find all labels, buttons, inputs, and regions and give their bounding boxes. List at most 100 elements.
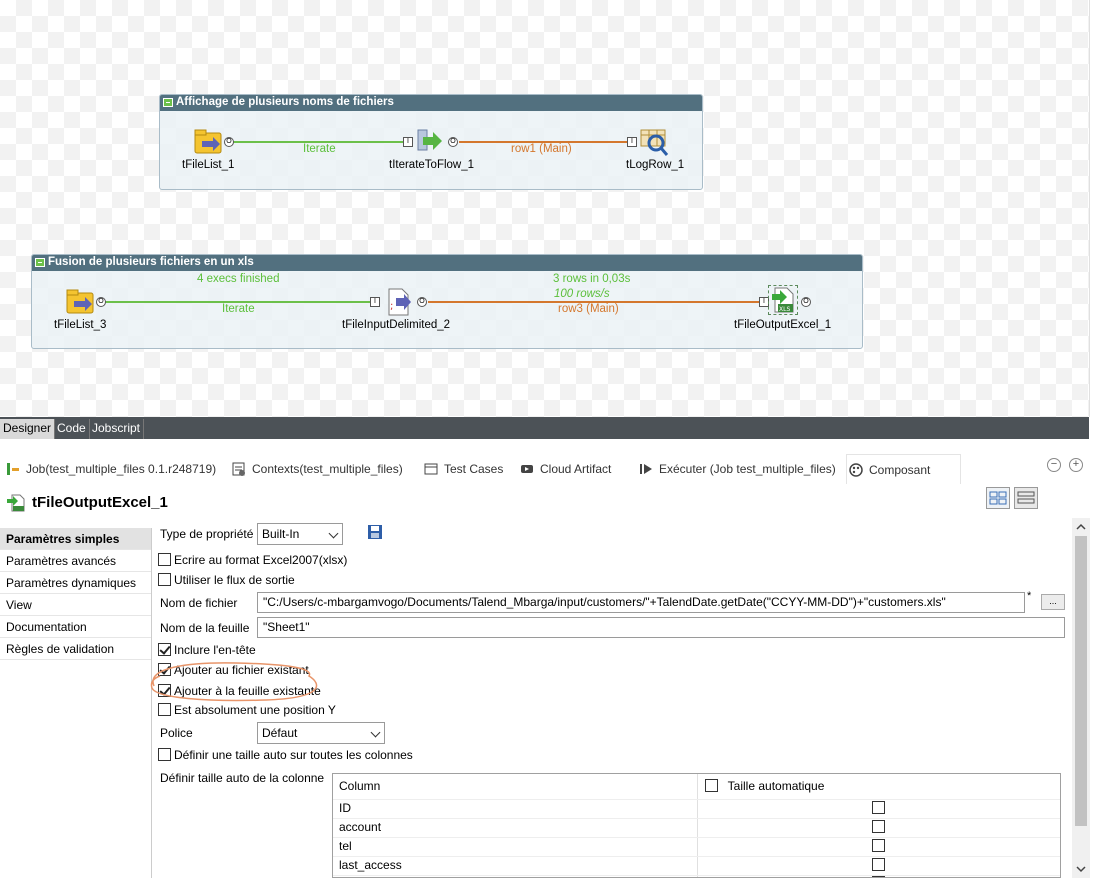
font-select[interactable]: Défaut [257,722,385,744]
file-name-input[interactable]: "C:/Users/c-mbargamvogo/Documents/Talend… [257,592,1025,613]
connections-layer [105,141,759,303]
scroll-up-icon[interactable] [1072,520,1090,534]
input-port[interactable]: I [403,137,413,147]
scrollbar-thumb[interactable] [1075,536,1087,826]
table-row-checkbox[interactable] [872,801,885,814]
palette-icon [849,463,863,477]
file-name-label: Nom de fichier [160,596,238,610]
checkbox[interactable] [158,573,171,586]
row-divider [333,875,1060,876]
include-header-checkbox[interactable]: Inclure l'en-tête [158,643,256,657]
grid-layout-icon [989,491,1007,505]
svg-text:;: ; [390,301,393,312]
output-port[interactable]: O [801,297,811,307]
property-type-label: Type de propriété [160,527,254,541]
tab-executer[interactable]: Exécuter (Job test_multiple_files) [637,454,836,484]
editor-tabstrip: Designer Code Jobscript [0,417,1089,439]
tfileinputdelimited-2-component[interactable]: ; [384,287,414,317]
chevron-down-icon [328,528,339,539]
tab-designer[interactable]: Designer [0,419,56,439]
execution-status: 4 execs finished [197,273,280,285]
table-row-checkbox[interactable] [872,839,885,852]
minimize-icon[interactable]: − [1047,458,1061,472]
connection-label[interactable]: row1 (Main) [511,143,572,155]
folder-icon [194,129,222,154]
connection-label[interactable]: Iterate [303,143,336,155]
table-row-checkbox[interactable] [872,820,885,833]
sidebar-item-parametres-dynamiques[interactable]: Paramètres dynamiques [0,572,151,594]
layout-grid-button[interactable] [986,487,1010,509]
checkbox[interactable] [158,553,171,566]
checkbox-label: Est absolument une position Y [174,703,336,717]
run-icon [640,464,652,474]
tab-label: Test Cases [444,462,504,476]
connection-label[interactable]: row3 (Main) [558,303,619,315]
property-type-value: Built-In [262,527,300,541]
property-type-select[interactable]: Built-In [257,523,343,545]
tab-jobscript[interactable]: Jobscript [89,419,145,439]
output-port[interactable]: O [417,297,427,307]
header-checkbox[interactable] [705,779,718,792]
tfilelist-3-component[interactable] [65,287,95,317]
checkbox[interactable] [158,703,171,716]
tab-cloud-artifact[interactable]: Cloud Artifact [518,454,611,484]
column-header-column[interactable]: Column [339,774,380,799]
column-header-auto-size[interactable]: Taille automatique [705,774,824,799]
titeratetoflow-1-component[interactable] [415,127,445,157]
output-port[interactable]: O [448,137,458,147]
auto-size-all-checkbox[interactable]: Définir une taille auto sur toutes les c… [158,748,413,762]
auto-size-column-label: Définir taille auto de la colonne [160,771,325,785]
job-icon [7,463,19,475]
sheet-name-input[interactable]: "Sheet1" [257,617,1065,638]
header-label: Taille automatique [727,779,825,793]
maximize-icon[interactable]: + [1069,458,1083,472]
tab-label: Exécuter (Job test_multiple_files) [659,462,836,476]
view-tabbar: Job(test_multiple_files 0.1.r248719) Con… [0,454,1101,484]
sidebar-item-parametres-simples[interactable]: Paramètres simples [0,528,151,550]
tab-code[interactable]: Code [54,419,90,439]
tfilelist-1-component[interactable] [193,127,223,157]
component-label: tIterateToFlow_1 [389,159,475,171]
use-output-stream-checkbox[interactable]: Utiliser le flux de sortie [158,573,295,587]
save-icon[interactable] [367,524,383,540]
tab-contexts[interactable]: Contexts(test_multiple_files) [230,454,403,484]
table-row-label: account [339,820,382,834]
svg-text:XLS: XLS [779,306,790,313]
settings-sidebar: Paramètres simples Paramètres avancés Pa… [0,528,152,878]
output-port[interactable]: O [224,137,234,147]
write-xlsx-checkbox[interactable]: Ecrire au format Excel2007(xlsx) [158,553,347,567]
browse-button[interactable]: ... [1041,594,1065,610]
tfileoutputexcel-1-component[interactable]: XLS [768,285,798,315]
sheet-name-label: Nom de la feuille [160,621,250,635]
output-port[interactable]: O [96,297,106,307]
tab-test-cases[interactable]: Test Cases [422,454,503,484]
tab-label: Composant [869,463,931,477]
log-row-icon [640,129,669,156]
canvas-scrollbar[interactable] [1089,0,1101,417]
checkbox-label: Ecrire au format Excel2007(xlsx) [174,553,348,567]
panel-scrollbar[interactable] [1072,518,1090,878]
table-row-checkbox[interactable] [872,858,885,871]
checkbox-label: Inclure l'en-tête [174,643,256,657]
connection-label[interactable]: Iterate [222,303,255,315]
component-title-text: tFileOutputExcel_1 [32,494,168,511]
input-port[interactable]: I [627,137,637,147]
scroll-down-icon[interactable] [1072,862,1090,876]
sidebar-item-parametres-avances[interactable]: Paramètres avancés [0,550,151,572]
checkbox[interactable] [158,748,171,761]
checkbox[interactable] [158,643,171,656]
tab-job[interactable]: Job(test_multiple_files 0.1.r248719) [4,454,216,484]
sidebar-item-regles-validation[interactable]: Règles de validation [0,638,151,660]
cloud-artifact-icon [521,465,533,473]
sidebar-item-documentation[interactable]: Documentation [0,616,151,638]
component-title: tFileOutputExcel_1 [6,491,168,515]
absolute-y-checkbox[interactable]: Est absolument une position Y [158,703,336,717]
input-port[interactable]: I [370,297,380,307]
tab-composant[interactable]: Composant [846,454,962,484]
layout-list-button[interactable] [1014,487,1038,509]
tlogrow-1-component[interactable] [639,127,669,157]
design-canvas[interactable]: Affichage de plusieurs noms de fichiers … [0,0,1089,417]
required-asterisk: * [1027,590,1032,602]
sidebar-item-view[interactable]: View [0,594,151,616]
auto-size-table: Column Taille automatique ID account tel… [332,773,1061,878]
